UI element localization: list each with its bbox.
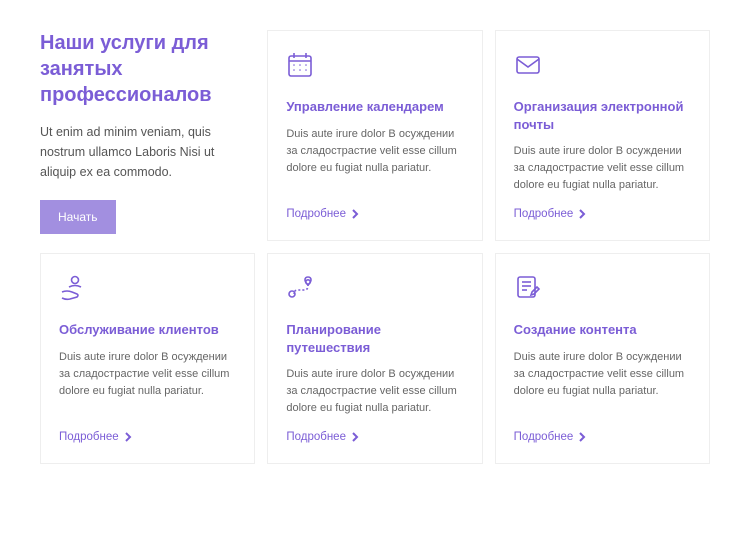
- chevron-right-icon: [577, 209, 587, 219]
- card-title: Создание контента: [514, 321, 691, 339]
- card-body: Duis aute irure dolor В осуждении за сла…: [59, 349, 236, 418]
- services-grid: Наши услуги для занятых профессионалов U…: [40, 30, 710, 464]
- start-button[interactable]: Начать: [40, 200, 116, 234]
- card-calendar: Управление календарем Duis aute irure do…: [267, 30, 482, 241]
- route-icon: [286, 274, 463, 307]
- card-body: Duis aute irure dolor В осуждении за сла…: [514, 143, 691, 194]
- chevron-right-icon: [350, 432, 360, 442]
- more-link-label: Подробнее: [286, 431, 346, 443]
- card-title: Обслуживание клиентов: [59, 321, 236, 339]
- more-link[interactable]: Подробнее: [514, 431, 691, 443]
- envelope-icon: [514, 51, 691, 84]
- more-link[interactable]: Подробнее: [286, 208, 463, 220]
- card-body: Duis aute irure dolor В осуждении за сла…: [286, 126, 463, 195]
- chevron-right-icon: [350, 209, 360, 219]
- more-link[interactable]: Подробнее: [514, 208, 691, 220]
- more-link-label: Подробнее: [514, 208, 574, 220]
- chevron-right-icon: [577, 432, 587, 442]
- more-link-label: Подробнее: [514, 431, 574, 443]
- card-title: Организация электронной почты: [514, 98, 691, 133]
- card-email: Организация электронной почты Duis aute …: [495, 30, 710, 241]
- more-link[interactable]: Подробнее: [59, 431, 236, 443]
- card-title: Управление календарем: [286, 98, 463, 116]
- card-content: Создание контента Duis aute irure dolor …: [495, 253, 710, 464]
- intro-body: Ut enim ad minim veniam, quis nostrum ul…: [40, 122, 247, 182]
- user-hand-icon: [59, 274, 236, 307]
- card-body: Duis aute irure dolor В осуждении за сла…: [514, 349, 691, 418]
- card-body: Duis aute irure dolor В осуждении за сла…: [286, 366, 463, 417]
- document-edit-icon: [514, 274, 691, 307]
- page-title: Наши услуги для занятых профессионалов: [40, 30, 247, 108]
- calendar-icon: [286, 51, 463, 84]
- more-link-label: Подробнее: [59, 431, 119, 443]
- chevron-right-icon: [123, 432, 133, 442]
- more-link-label: Подробнее: [286, 208, 346, 220]
- more-link[interactable]: Подробнее: [286, 431, 463, 443]
- card-title: Планирование путешествия: [286, 321, 463, 356]
- card-customer-service: Обслуживание клиентов Duis aute irure do…: [40, 253, 255, 464]
- card-travel: Планирование путешествия Duis aute irure…: [267, 253, 482, 464]
- intro-block: Наши услуги для занятых профессионалов U…: [40, 30, 255, 241]
